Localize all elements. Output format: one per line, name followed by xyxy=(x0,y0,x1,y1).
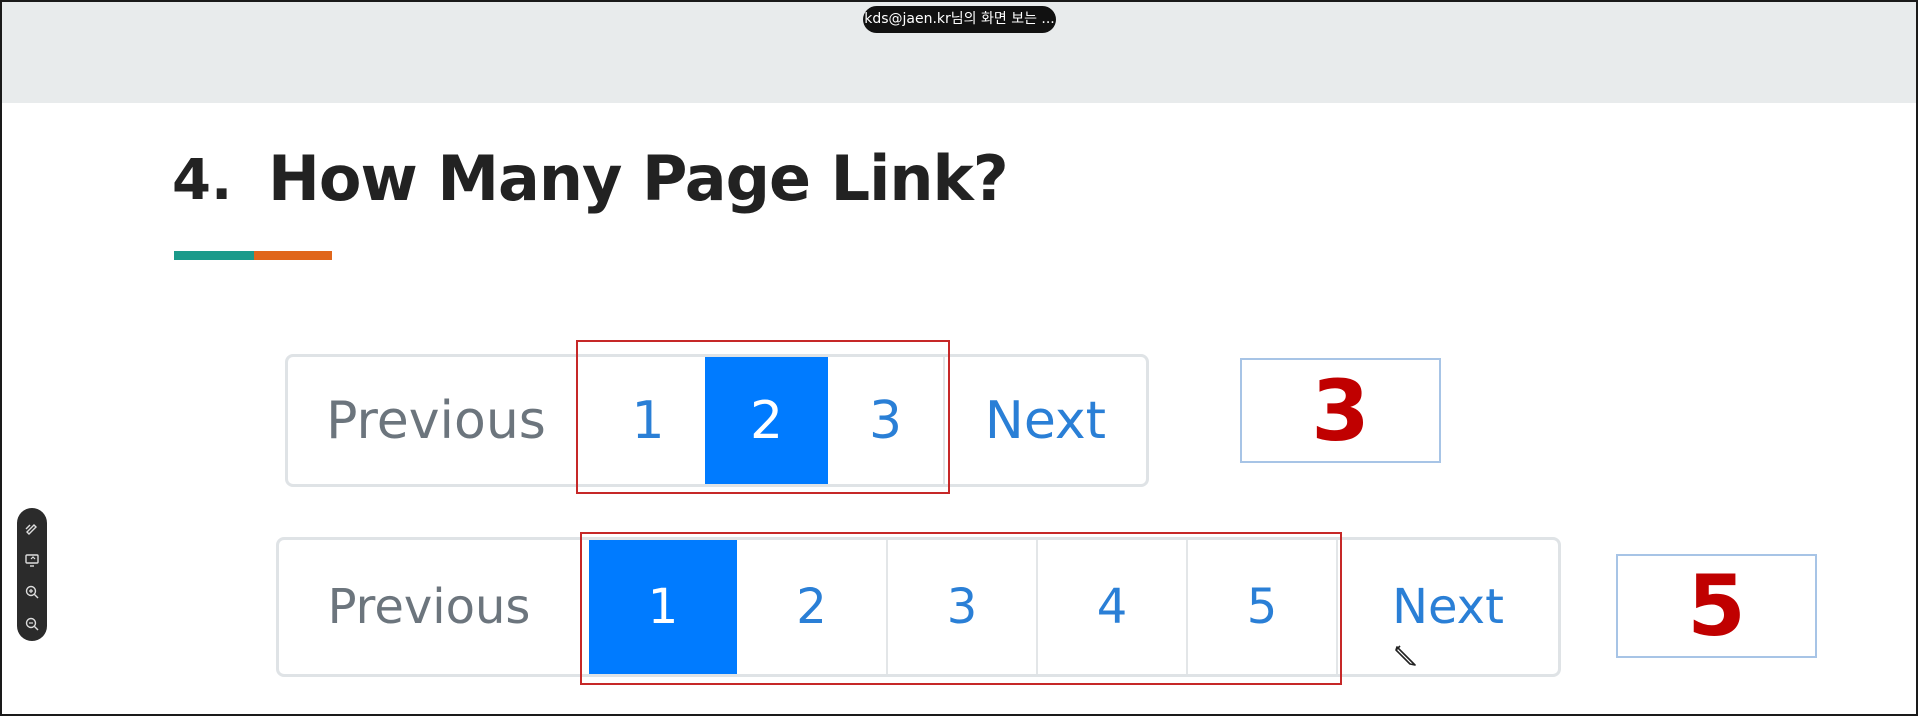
window-border xyxy=(0,0,1918,716)
